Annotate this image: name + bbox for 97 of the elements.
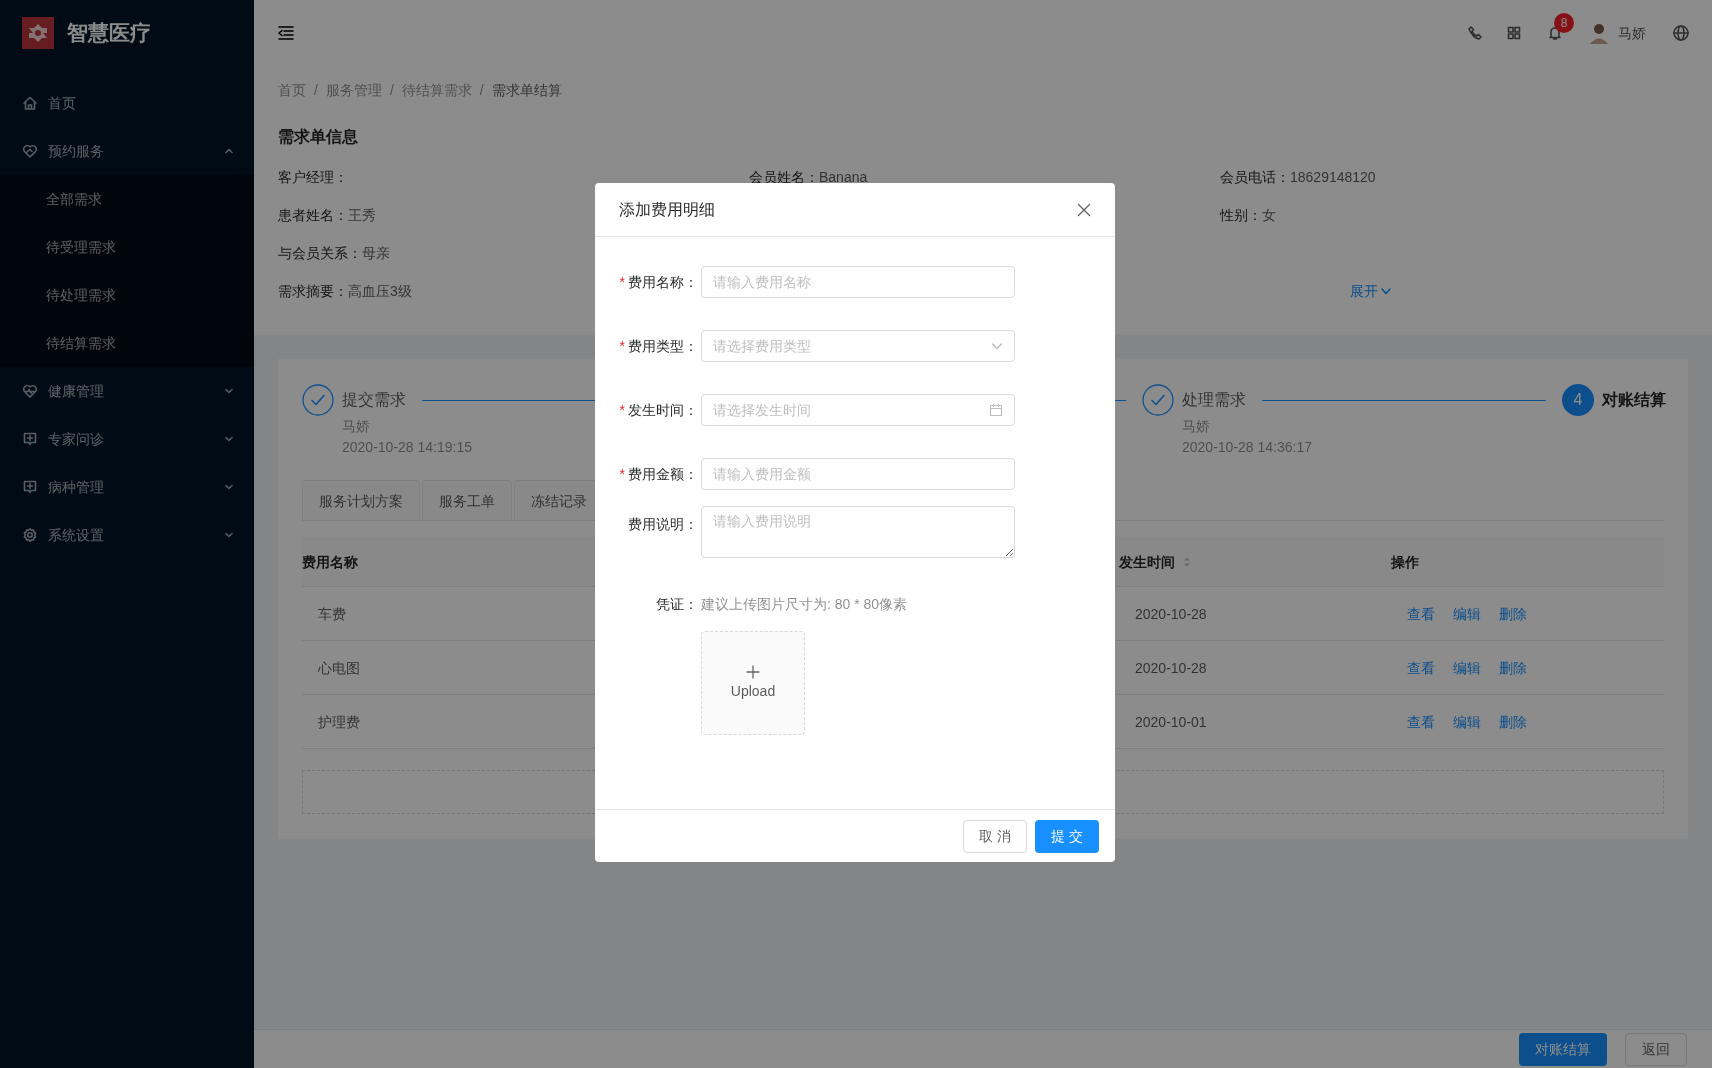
- date-field[interactable]: 请选择发生时间: [701, 394, 1015, 426]
- avatar-icon: [1589, 21, 1609, 44]
- menu-item[interactable]: 专家问诊: [0, 415, 254, 463]
- breadcrumb-link[interactable]: 首页: [278, 80, 306, 100]
- upload-hint: 建议上传图片尺寸为: 80 * 80像素: [701, 595, 908, 614]
- field-value: 母亲: [362, 244, 390, 263]
- chevron-down-icon: [991, 340, 1003, 352]
- field-label: 性别：: [1220, 206, 1262, 225]
- field-value: 高血压3级: [348, 282, 412, 301]
- field-value: 女: [1262, 206, 1276, 225]
- field-label: 发生时间：: [628, 401, 698, 420]
- reconcile-button[interactable]: 对账结算: [1519, 1032, 1607, 1066]
- cancel-button[interactable]: 取 消: [963, 819, 1027, 853]
- step-person: 马娇: [342, 417, 370, 436]
- submenu-item[interactable]: 全部需求: [0, 175, 254, 223]
- field-label: 费用类型：: [628, 337, 698, 356]
- action-link[interactable]: 编辑: [1453, 711, 1481, 732]
- tab[interactable]: 服务工单: [422, 480, 512, 520]
- breadcrumb-link[interactable]: 待结算需求: [401, 80, 472, 100]
- action-link[interactable]: 删除: [1499, 711, 1527, 732]
- step-person: 马娇: [1182, 417, 1210, 436]
- globe-icon: [1672, 23, 1690, 42]
- step-title: 处理需求: [1182, 390, 1246, 410]
- modal-title: 添加费用明细: [619, 199, 715, 220]
- close-icon: [1077, 202, 1091, 217]
- action-link[interactable]: 删除: [1499, 603, 1527, 624]
- field-label: 费用名称：: [628, 273, 698, 292]
- breadcrumb-separator: /: [389, 81, 394, 100]
- table-cell-text: 心电图: [318, 658, 360, 678]
- field-label: 患者姓名：: [278, 206, 348, 225]
- notification-badge: 8: [1554, 12, 1574, 33]
- upload-button[interactable]: Upload: [701, 631, 805, 735]
- submit-button[interactable]: 提 交: [1035, 819, 1099, 853]
- step-time: 2020-10-28 14:19:15: [342, 438, 472, 457]
- required-mark: *: [619, 465, 625, 484]
- submenu-item[interactable]: 待受理需求: [0, 223, 254, 271]
- close-button[interactable]: [1077, 202, 1091, 217]
- menu-item[interactable]: 病种管理: [0, 463, 254, 511]
- tab[interactable]: 服务计划方案: [302, 480, 420, 520]
- table-cell-text: 车费: [318, 604, 346, 624]
- required-mark: *: [619, 401, 625, 420]
- field-label: 凭证：: [655, 595, 698, 614]
- section-title: 需求单信息: [278, 127, 359, 147]
- column-header: 费用名称: [302, 552, 359, 572]
- user-name[interactable]: 马娇: [1618, 22, 1646, 43]
- field-label: 费用金额：: [628, 465, 698, 484]
- menu-item[interactable]: 系统设置: [0, 511, 254, 559]
- plus-icon: [746, 665, 760, 679]
- field-label: 会员电话：: [1220, 168, 1290, 187]
- table-cell-text: 护理费: [318, 712, 360, 732]
- field-value: 王秀: [348, 206, 376, 225]
- field-label: 与会员关系：: [278, 244, 362, 263]
- grid-icon: [1507, 25, 1521, 40]
- select-field[interactable]: 请选择费用类型: [701, 330, 1015, 362]
- menu-item[interactable]: 首页: [0, 79, 254, 127]
- notifications-button[interactable]: [1547, 24, 1563, 41]
- breadcrumb-separator: /: [314, 81, 318, 100]
- description-field[interactable]: 请输入费用说明: [701, 506, 1015, 558]
- phone-icon: [1467, 24, 1483, 41]
- field-value: Banana: [819, 168, 868, 187]
- table-cell-text: 2020-10-28: [1135, 658, 1207, 678]
- required-mark: *: [619, 337, 625, 356]
- submenu-item[interactable]: 待处理需求: [0, 271, 254, 319]
- submenu-item[interactable]: 待结算需求: [0, 319, 254, 367]
- breadcrumb-separator: /: [479, 81, 484, 100]
- field-label: 客户经理：: [278, 168, 348, 187]
- action-link[interactable]: 编辑: [1453, 657, 1481, 678]
- chevron-down-icon: [1380, 285, 1392, 297]
- action-link[interactable]: 查看: [1407, 711, 1435, 732]
- field-label: 费用说明：: [628, 515, 698, 534]
- breadcrumb-current: 需求单结算: [491, 81, 562, 100]
- required-mark: *: [619, 273, 625, 292]
- table-cell-text: 2020-10-28: [1135, 604, 1207, 624]
- field-value: 18629148120: [1290, 168, 1376, 187]
- field-label: 需求摘要：: [278, 282, 348, 301]
- text-field[interactable]: 请输入费用金额: [701, 458, 1015, 490]
- app-title: 智慧医疗: [67, 19, 151, 46]
- action-link[interactable]: 删除: [1499, 657, 1527, 678]
- column-header: 操作: [1391, 552, 1420, 572]
- step-title: 对账结算: [1602, 390, 1666, 410]
- step-time: 2020-10-28 14:36:17: [1182, 438, 1312, 457]
- expand-link[interactable]: 展开: [1350, 281, 1392, 301]
- menu-item[interactable]: 健康管理: [0, 367, 254, 415]
- action-link[interactable]: 查看: [1407, 657, 1435, 678]
- action-link[interactable]: 查看: [1407, 603, 1435, 624]
- logo-icon: [22, 16, 54, 49]
- sortable-column-header[interactable]: 发生时间: [1119, 537, 1391, 586]
- action-link[interactable]: 编辑: [1453, 603, 1481, 624]
- back-button[interactable]: 返回: [1625, 1032, 1687, 1066]
- step-title: 提交需求: [342, 390, 406, 410]
- text-field[interactable]: 请输入费用名称: [701, 266, 1015, 298]
- menu-item[interactable]: 预约服务: [0, 127, 254, 175]
- bell-icon: [1547, 24, 1563, 41]
- step-number: 4: [1562, 384, 1594, 416]
- calendar-icon: [989, 403, 1003, 417]
- sort-icon: [1183, 555, 1191, 568]
- table-cell-text: 2020-10-01: [1135, 712, 1207, 732]
